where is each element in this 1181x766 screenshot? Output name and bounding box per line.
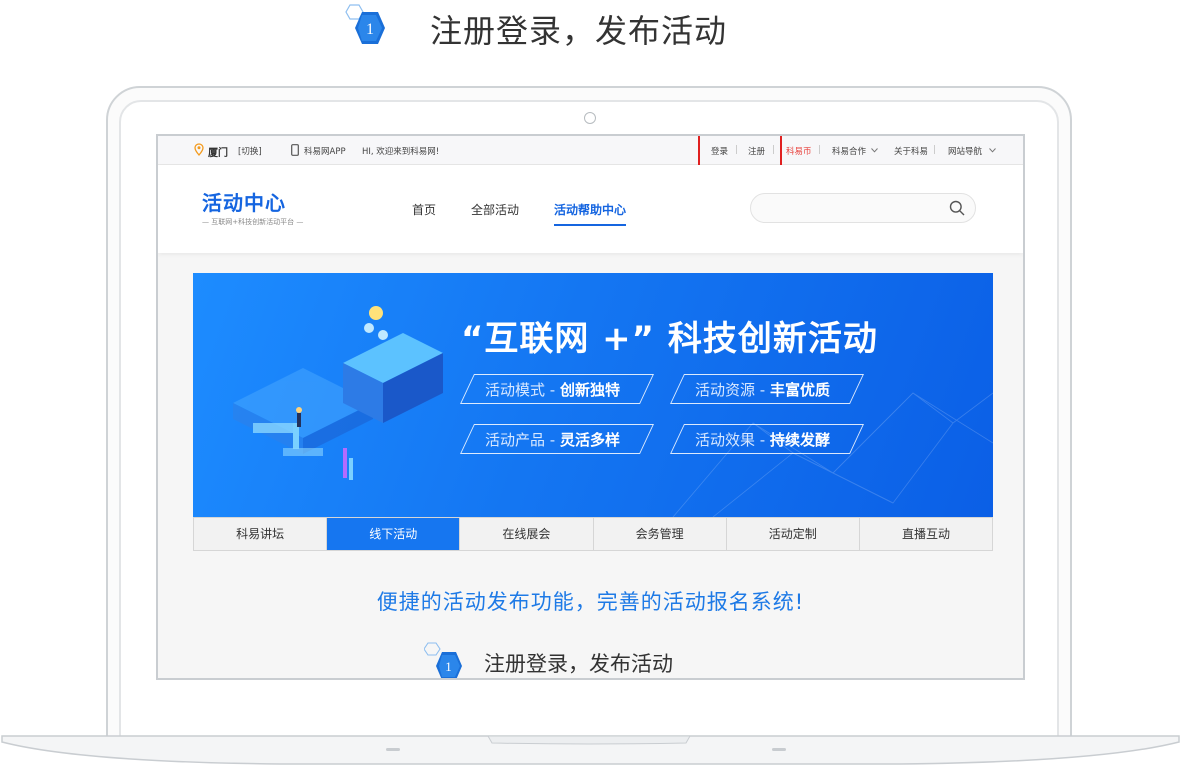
city-switch-link[interactable]: [切换] (238, 145, 262, 157)
step-number-icon: 1 (424, 642, 462, 678)
location-pin-icon (194, 143, 204, 156)
tab-custom-activity[interactable]: 活动定制 (727, 518, 860, 550)
laptop-base (1, 735, 1180, 765)
tab-live-interaction[interactable]: 直播互动 (860, 518, 992, 550)
step-number-icon: 1 (345, 4, 385, 44)
svg-text:1: 1 (366, 21, 374, 38)
welcome-text: HI, 欢迎来到科易网! (362, 147, 440, 157)
activity-tabs: 科易讲坛 线下活动 在线展会 会务管理 活动定制 直播互动 (193, 517, 993, 551)
tab-online-expo[interactable]: 在线展会 (460, 518, 594, 550)
tab-forum[interactable]: 科易讲坛 (194, 518, 328, 550)
tab-offline-activity[interactable]: 线下活动 (327, 518, 461, 550)
hero-banner[interactable]: “互联网 +” 科技创新活动 活动模式 - 创新独特 活动资源 - 丰富优质 活… (193, 273, 993, 517)
chevron-down-icon (989, 148, 996, 153)
nav-all-activities[interactable]: 全部活动 (471, 201, 519, 218)
nav-help-center[interactable]: 活动帮助中心 (554, 201, 627, 226)
about-link[interactable]: 关于科易 (894, 145, 928, 157)
site-nav-menu[interactable]: 网站导航 (948, 145, 982, 157)
login-register-highlight (698, 136, 782, 167)
phone-icon (291, 144, 299, 156)
banner-pill: 活动效果 - 持续发酵 (670, 424, 864, 454)
banner-title: “互联网 +” 科技创新活动 (461, 319, 878, 359)
coin-link[interactable]: 科易币 (786, 145, 812, 157)
inner-step-title: 注册登录，发布活动 (484, 652, 673, 676)
divider: | (933, 145, 936, 155)
banner-pill: 活动模式 - 创新独特 (460, 374, 654, 404)
svg-text:1: 1 (445, 659, 452, 674)
search-input[interactable] (750, 193, 976, 223)
search-icon[interactable] (949, 200, 965, 216)
top-bar: 厦门 [切换] 科易网APP HI, 欢迎来到科易网! 登录 | 注册 | 科易… (158, 136, 1023, 167)
site-header: 活动中心 — 互联网+科技创新活动平台 — 首页 全部活动 活动帮助中心 (158, 165, 1023, 253)
chevron-down-icon (871, 148, 878, 153)
step-title: 注册登录，发布活动 (430, 12, 728, 50)
tab-conference-management[interactable]: 会务管理 (594, 518, 727, 550)
logo-tagline: — 互联网+科技创新活动平台 — (202, 218, 304, 226)
city-label: 厦门 (208, 148, 228, 159)
site-logo[interactable]: 活动中心 (202, 187, 286, 216)
divider: | (818, 145, 821, 155)
nav-home[interactable]: 首页 (412, 201, 436, 218)
slogan-text: 便捷的活动发布功能，完善的活动报名系统! (376, 590, 805, 614)
cooperation-menu[interactable]: 科易合作 (832, 145, 866, 157)
browser-screen: 厦门 [切换] 科易网APP HI, 欢迎来到科易网! 登录 | 注册 | 科易… (156, 134, 1025, 680)
banner-pill: 活动产品 - 灵活多样 (460, 424, 654, 454)
app-link[interactable]: 科易网APP (304, 145, 346, 157)
camera-icon (584, 112, 596, 124)
banner-pill: 活动资源 - 丰富优质 (670, 374, 864, 404)
